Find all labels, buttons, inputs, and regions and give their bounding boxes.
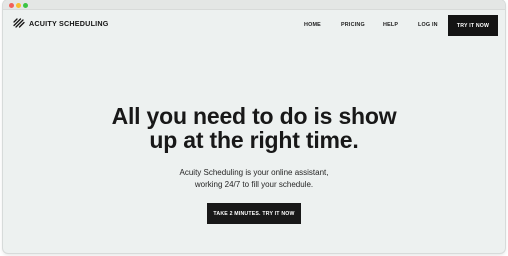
nav-help-link[interactable]: HELP — [383, 22, 398, 28]
hero-title-line-2: up at the right time. — [149, 127, 359, 153]
logo-link[interactable]: ACUITY SCHEDULING — [13, 18, 109, 28]
nav-login-link[interactable]: LOG IN — [418, 22, 438, 28]
hero-title: All you need to do is show up at the rig… — [3, 104, 505, 152]
site-header: ACUITY SCHEDULING HOME PRICING HELP LOG … — [3, 10, 505, 39]
nav-pricing-link[interactable]: PRICING — [341, 22, 365, 28]
try-it-now-button[interactable]: TRY IT NOW — [448, 15, 498, 36]
logo-text: ACUITY SCHEDULING — [29, 18, 109, 28]
window-titlebar — [3, 0, 505, 10]
hero-title-line-1: All you need to do is show — [111, 103, 397, 129]
take-2-minutes-try-it-now-button[interactable]: TAKE 2 MINUTES. TRY IT NOW — [207, 203, 301, 224]
hero-subtitle-line-2: working 24/7 to fill your schedule. — [194, 180, 314, 189]
maximize-window-button[interactable] — [23, 3, 28, 8]
acuity-stripes-logo-icon — [13, 18, 25, 28]
browser-window: ACUITY SCHEDULING HOME PRICING HELP LOG … — [3, 0, 505, 253]
hero-subtitle-line-1: Acuity Scheduling is your online assista… — [179, 168, 329, 177]
minimize-window-button[interactable] — [16, 3, 21, 8]
nav-home-link[interactable]: HOME — [304, 22, 321, 28]
hero-subtitle: Acuity Scheduling is your online assista… — [3, 167, 505, 191]
close-window-button[interactable] — [9, 3, 14, 8]
